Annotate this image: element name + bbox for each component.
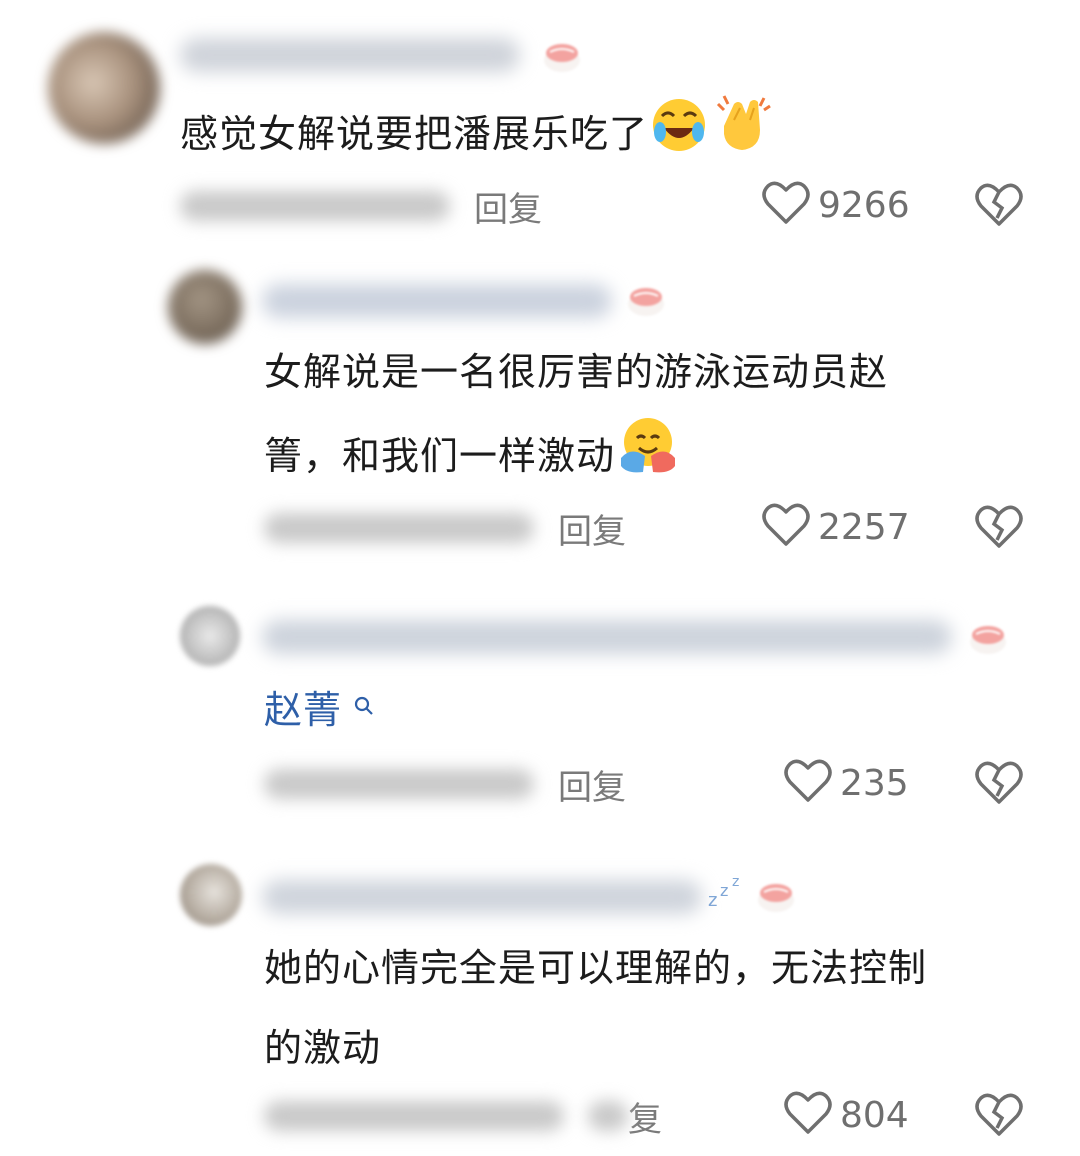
like-count: 2257 bbox=[818, 506, 910, 548]
user-badge-icon bbox=[966, 618, 1010, 662]
comment-item: z z z 她的心情完全是可以理解的，无法控制 的激动 复 804 bbox=[0, 852, 1080, 1152]
heart-icon bbox=[784, 1090, 832, 1140]
user-badge-icon bbox=[754, 876, 798, 920]
svg-text:z: z bbox=[708, 890, 717, 911]
comment-text-line: 女解说是一名很厉害的游泳运动员赵 bbox=[264, 350, 889, 394]
reply-button[interactable]: 回复 bbox=[474, 182, 542, 231]
dislike-button[interactable] bbox=[975, 760, 1023, 810]
avatar[interactable] bbox=[180, 864, 242, 926]
search-icon bbox=[346, 696, 374, 722]
search-link[interactable]: 赵菁 bbox=[264, 688, 342, 732]
timestamp-location-blurred bbox=[264, 1101, 564, 1131]
clapping-hands-icon bbox=[710, 90, 776, 183]
sleeping-zzz-icon: z z z bbox=[706, 872, 752, 916]
comment-meta: 回复 bbox=[264, 764, 626, 808]
comment-text: 赵菁 bbox=[264, 670, 374, 750]
dislike-button[interactable] bbox=[975, 1092, 1023, 1142]
comment-item: 女解说是一名很厉害的游泳运动员赵 箐，和我们一样激动 回复 2257 bbox=[0, 260, 1080, 560]
like-button[interactable]: 9266 bbox=[762, 180, 910, 230]
broken-heart-icon bbox=[975, 1093, 1023, 1136]
comment-text-content: 感觉女解说要把潘展乐吃了 bbox=[180, 112, 649, 156]
hugging-face-icon bbox=[615, 412, 681, 505]
comment-text-line-2: 箐，和我们一样激动 bbox=[264, 412, 888, 505]
comment-text: 女解说是一名很厉害的游泳运动员赵 箐，和我们一样激动 bbox=[264, 332, 888, 505]
comment-text-line-2: 的激动 bbox=[264, 1026, 382, 1070]
rolling-laughing-face-icon bbox=[648, 92, 710, 181]
comment-text: 她的心情完全是可以理解的，无法控制 的激动 bbox=[264, 928, 927, 1088]
svg-text:z: z bbox=[720, 881, 728, 900]
heart-icon bbox=[762, 502, 810, 552]
comment-meta: 回复 bbox=[264, 508, 626, 552]
comment-text: 感觉女解说要把潘展乐吃了 bbox=[180, 90, 776, 183]
like-button[interactable]: 235 bbox=[784, 758, 909, 808]
timestamp-location-blurred bbox=[264, 769, 534, 799]
broken-heart-icon bbox=[975, 761, 1023, 804]
heart-icon bbox=[762, 180, 810, 230]
reply-prefix-blurred bbox=[588, 1101, 628, 1131]
svg-text:z: z bbox=[732, 874, 739, 890]
user-badge-icon bbox=[540, 36, 584, 80]
like-button[interactable]: 804 bbox=[784, 1090, 909, 1140]
user-badge-icon bbox=[624, 280, 668, 324]
comment-meta: 复 bbox=[264, 1096, 662, 1140]
timestamp-location-blurred bbox=[180, 191, 450, 221]
comment-item: 赵菁 回复 235 bbox=[0, 596, 1080, 826]
username-blurred[interactable] bbox=[262, 620, 952, 654]
reply-button[interactable]: 复 bbox=[628, 1092, 662, 1141]
comment-text-line: 她的心情完全是可以理解的，无法控制 bbox=[264, 946, 928, 990]
avatar[interactable] bbox=[48, 32, 160, 144]
heart-icon bbox=[784, 758, 832, 808]
dislike-button[interactable] bbox=[975, 504, 1023, 554]
like-count: 9266 bbox=[818, 184, 910, 226]
username-blurred[interactable] bbox=[180, 38, 520, 72]
like-count: 235 bbox=[840, 762, 909, 804]
broken-heart-icon bbox=[975, 183, 1023, 226]
username-blurred[interactable] bbox=[262, 880, 702, 914]
broken-heart-icon bbox=[975, 505, 1023, 548]
avatar[interactable] bbox=[168, 270, 242, 344]
dislike-button[interactable] bbox=[975, 182, 1023, 232]
comment-text-content: 箐，和我们一样激动 bbox=[264, 434, 616, 478]
avatar[interactable] bbox=[180, 606, 240, 666]
like-count: 804 bbox=[840, 1094, 909, 1136]
like-button[interactable]: 2257 bbox=[762, 502, 910, 552]
comment-meta: 回复 bbox=[180, 186, 542, 230]
reply-button[interactable]: 回复 bbox=[558, 504, 626, 553]
username-blurred[interactable] bbox=[262, 284, 612, 318]
comment-item: 感觉女解说要把潘展乐吃了 回复 9266 bbox=[0, 0, 1080, 240]
reply-button[interactable]: 回复 bbox=[558, 760, 626, 809]
timestamp-location-blurred bbox=[264, 513, 534, 543]
